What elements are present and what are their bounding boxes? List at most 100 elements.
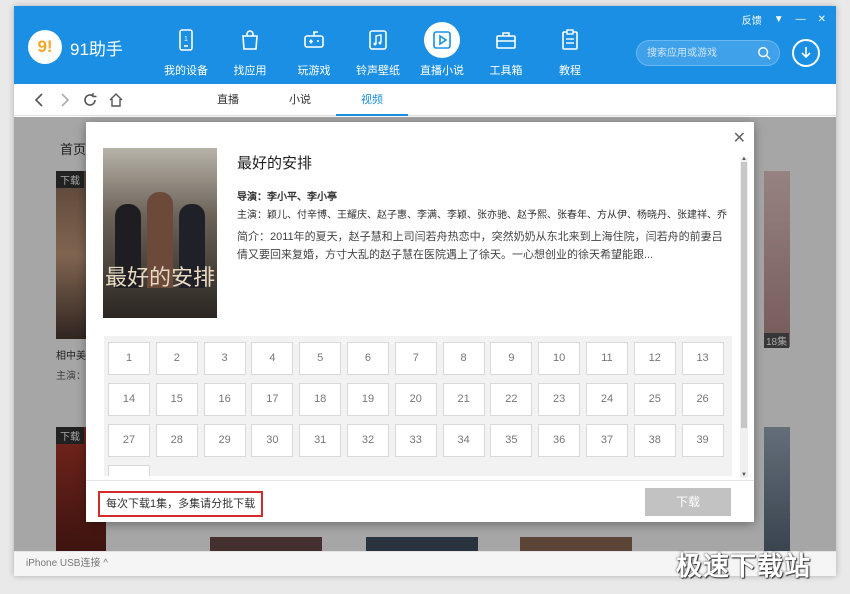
episode-button[interactable]: 39 xyxy=(681,424,724,457)
episode-button[interactable]: 26 xyxy=(681,383,724,416)
watermark: 极速下载站 xyxy=(676,551,812,581)
app-logo: 9! 91助手 xyxy=(28,30,123,64)
episode-button[interactable]: 5 xyxy=(299,342,342,375)
video-title: 最好的安排 xyxy=(237,155,313,172)
episode-button[interactable]: 20 xyxy=(394,383,437,416)
video-poster: 最好的安排 xyxy=(103,148,217,318)
episode-button[interactable]: 30 xyxy=(251,424,294,457)
episode-button[interactable]: 38 xyxy=(633,424,676,457)
scrollbar[interactable]: ▲ ▼ xyxy=(740,156,748,478)
episode-button[interactable]: 12 xyxy=(633,342,676,375)
search-box xyxy=(636,40,780,66)
content-tabs: 直播 小说 视频 xyxy=(192,84,408,116)
episode-button[interactable]: 9 xyxy=(490,342,533,375)
bag-icon xyxy=(232,22,268,58)
nav-my-device[interactable]: 1 我的设备 xyxy=(154,22,218,78)
nav-games[interactable]: 玩游戏 xyxy=(282,22,346,78)
nav-label: 玩游戏 xyxy=(297,65,331,77)
nav-label: 铃声壁纸 xyxy=(356,65,400,77)
episode-button[interactable]: 28 xyxy=(155,424,198,457)
episode-grid-panel: 1 2 3 4 5 6 7 8 9 10 11 12 13 14 15 16 17 18 19 20 21 22 23 24 2… xyxy=(104,336,732,476)
episode-button[interactable]: 14 xyxy=(108,383,150,416)
tab-novels[interactable]: 小说 xyxy=(264,84,336,116)
search-input[interactable] xyxy=(637,41,747,65)
main-nav: 1 我的设备 找应用 玩游戏 铃声壁纸 直播小说 工具箱 教程 xyxy=(154,22,602,78)
episode-button[interactable]: 1 xyxy=(108,342,150,375)
divider xyxy=(86,480,754,481)
episode-button[interactable]: 7 xyxy=(394,342,437,375)
forward-icon[interactable] xyxy=(56,92,72,108)
summary-text: 简介：2011年的夏天，赵子慧和上司闫若舟热恋中，突然奶奶从东北来到上海住院，闫… xyxy=(237,231,723,261)
episode-button[interactable]: 27 xyxy=(108,424,150,457)
play-icon xyxy=(424,22,460,58)
feedback-link[interactable]: 反馈 xyxy=(742,12,762,27)
episode-button[interactable]: 16 xyxy=(203,383,246,416)
episode-button[interactable]: 36 xyxy=(538,424,581,457)
episode-button[interactable]: 34 xyxy=(442,424,485,457)
episode-button[interactable]: 32 xyxy=(346,424,389,457)
episode-button[interactable]: 25 xyxy=(633,383,676,416)
scroll-down-icon[interactable]: ▼ xyxy=(740,472,748,478)
episode-button[interactable]: 18 xyxy=(299,383,342,416)
nav-label: 教程 xyxy=(559,65,581,77)
nav-ringtones[interactable]: 铃声壁纸 xyxy=(346,22,410,78)
close-window-icon[interactable]: ✕ xyxy=(818,14,826,25)
episode-download-dialog: ✕ 最好的安排 最好的安排 导演：李小平、李小亭 主演：颖儿、付辛博、王耀庆、赵… xyxy=(86,122,754,522)
episode-button[interactable]: 33 xyxy=(394,424,437,457)
back-icon[interactable] xyxy=(32,92,48,108)
nav-toolbox[interactable]: 工具箱 xyxy=(474,22,538,78)
cast-line: 主演：颖儿、付辛博、王耀庆、赵子惠、李满、李颖、张亦驰、赵予熙、张春年、方从伊、… xyxy=(237,210,727,221)
home-icon[interactable] xyxy=(108,92,124,108)
gamepad-icon xyxy=(296,22,332,58)
minimize-icon[interactable]: — xyxy=(796,14,806,25)
episode-button[interactable]: 10 xyxy=(538,342,581,375)
episode-button[interactable]: 6 xyxy=(346,342,389,375)
episode-button[interactable]: 35 xyxy=(490,424,533,457)
episode-button[interactable]: 22 xyxy=(490,383,533,416)
clipboard-icon xyxy=(552,22,588,58)
logo-badge: 9! xyxy=(28,30,62,64)
scrollbar-thumb[interactable] xyxy=(741,162,747,428)
episode-button[interactable]: 8 xyxy=(442,342,485,375)
download-hint: 每次下载1集，多集请分批下载 xyxy=(98,491,264,517)
tab-videos[interactable]: 视频 xyxy=(336,84,408,116)
nav-label: 我的设备 xyxy=(164,65,208,77)
search-icon[interactable] xyxy=(757,46,771,60)
episode-button[interactable]: 24 xyxy=(585,383,628,416)
episode-button[interactable]: 23 xyxy=(538,383,581,416)
toolbox-icon xyxy=(488,22,524,58)
nav-label: 工具箱 xyxy=(489,65,523,77)
download-manager-icon[interactable] xyxy=(792,39,820,67)
nav-find-apps[interactable]: 找应用 xyxy=(218,22,282,78)
nav-tutorials[interactable]: 教程 xyxy=(538,22,602,78)
poster-title: 最好的安排 xyxy=(104,266,215,291)
episode-button[interactable]: 31 xyxy=(299,424,342,457)
episode-button[interactable]: 13 xyxy=(681,342,724,375)
director-line: 导演：李小平、李小亭 xyxy=(237,192,337,203)
top-bar: 9! 91助手 1 我的设备 找应用 玩游戏 铃声壁纸 直播小说 工具箱 教程 … xyxy=(14,6,836,84)
episode-button[interactable]: 37 xyxy=(585,424,628,457)
episode-button[interactable] xyxy=(108,465,150,476)
download-button[interactable]: 下载 xyxy=(645,488,731,516)
tab-live[interactable]: 直播 xyxy=(192,84,264,116)
close-icon[interactable]: ✕ xyxy=(733,128,746,148)
episode-button[interactable]: 11 xyxy=(585,342,628,375)
nav-label: 找应用 xyxy=(233,65,267,77)
episode-button[interactable]: 3 xyxy=(203,342,246,375)
episode-button[interactable]: 29 xyxy=(203,424,246,457)
app-name: 91助手 xyxy=(70,39,123,59)
refresh-icon[interactable] xyxy=(82,92,98,108)
episode-button[interactable]: 2 xyxy=(155,342,198,375)
device-connection-status[interactable]: iPhone USB连接 ^ xyxy=(26,558,108,569)
browser-toolbar: 直播 小说 视频 xyxy=(14,84,836,116)
episode-button[interactable]: 4 xyxy=(251,342,294,375)
episode-button[interactable]: 21 xyxy=(442,383,485,416)
episode-button[interactable]: 19 xyxy=(346,383,389,416)
menu-dropdown-icon[interactable]: ▼ xyxy=(774,14,784,25)
episode-grid: 1 2 3 4 5 6 7 8 9 10 11 12 13 14 15 16 17 18 19 20 21 22 23 24 2… xyxy=(108,342,724,476)
device-icon: 1 xyxy=(168,22,204,58)
episode-button[interactable]: 17 xyxy=(251,383,294,416)
episode-button[interactable]: 15 xyxy=(155,383,198,416)
nav-live-novels[interactable]: 直播小说 xyxy=(410,22,474,78)
nav-label: 直播小说 xyxy=(420,65,464,77)
